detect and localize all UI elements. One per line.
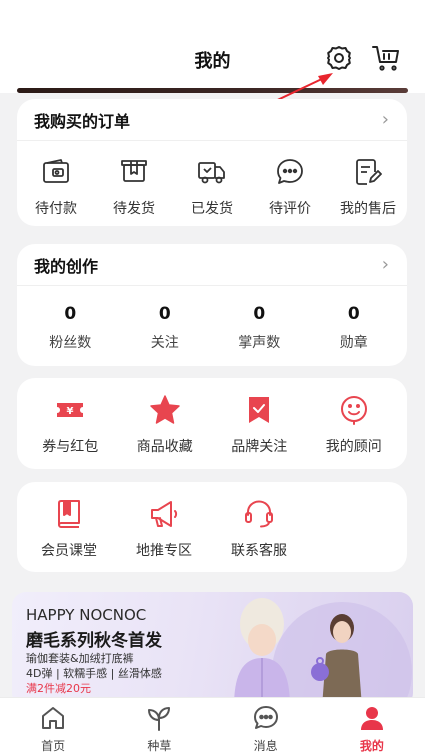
favorites-entry[interactable]: 商品收藏 <box>125 393 205 456</box>
megaphone-icon <box>147 497 181 531</box>
advisor-entry[interactable]: 我的顾问 <box>314 393 394 456</box>
stat-value: 0 <box>253 304 266 324</box>
order-item-label: 已发货 <box>191 201 233 217</box>
stat-label: 勋章 <box>339 335 368 351</box>
stat-value: 0 <box>347 304 360 324</box>
creation-header[interactable]: 我的创作 › <box>17 244 407 286</box>
package-icon <box>117 155 151 189</box>
bottom-tab-bar: 首页 种草 消息 我的 <box>0 697 425 756</box>
brand-follow-entry[interactable]: 品牌关注 <box>219 393 299 456</box>
leaf-icon <box>148 707 171 731</box>
advisor-icon <box>337 393 371 427</box>
chevron-right-icon: › <box>381 254 389 275</box>
comment-icon <box>273 155 307 189</box>
book-icon <box>52 497 86 531</box>
order-pending-shipment[interactable]: 待发货 <box>95 155 173 218</box>
services-card-1: ¥ 券与红包 商品收藏 品牌关注 我的顾问 <box>17 378 407 469</box>
orders-card: 我购买的订单 › 待付款 待发货 已发货 待评价 我的售后 <box>17 99 407 226</box>
banner-brand-text: HAPPY NOCNOC <box>26 606 147 624</box>
svg-text:¥: ¥ <box>67 406 74 417</box>
truck-icon <box>195 155 229 189</box>
creation-title: 我的创作 <box>34 256 99 276</box>
order-item-label: 待评价 <box>269 201 311 217</box>
after-sales-icon <box>351 155 385 189</box>
coupons-entry[interactable]: ¥ 券与红包 <box>30 393 110 456</box>
order-pending-payment[interactable]: 待付款 <box>17 155 95 218</box>
page-title: 我的 <box>194 51 231 72</box>
tab-label: 我的 <box>359 739 384 753</box>
headset-icon <box>242 497 276 531</box>
service-label: 我的顾问 <box>325 439 382 455</box>
stat-following[interactable]: 0 关注 <box>125 304 205 352</box>
stat-label: 粉丝数 <box>49 335 92 351</box>
tab-label: 消息 <box>253 739 278 753</box>
order-item-label: 待付款 <box>35 201 77 217</box>
stat-applause[interactable]: 0 掌声数 <box>219 304 299 352</box>
stat-value: 0 <box>158 304 171 324</box>
orders-title: 我购买的订单 <box>34 111 131 131</box>
order-shipped[interactable]: 已发货 <box>173 155 251 218</box>
settings-gear-icon[interactable] <box>323 42 355 74</box>
cart-icon[interactable] <box>370 42 402 74</box>
service-label: 商品收藏 <box>136 439 193 455</box>
services-card-2: 会员课堂 地推专区 联系客服 <box>17 482 407 572</box>
home-icon <box>42 707 65 729</box>
service-label: 会员课堂 <box>41 543 97 559</box>
stat-value: 0 <box>64 304 77 324</box>
tab-label: 首页 <box>41 739 66 753</box>
banner-title: 磨毛系列秋冬首发 <box>26 631 162 651</box>
creation-card: 我的创作 › 0 粉丝数 0 关注 0 掌声数 0 勋章 <box>17 244 407 366</box>
tab-messages[interactable]: 消息 <box>213 698 319 756</box>
tab-home[interactable]: 首页 <box>0 698 106 756</box>
banner-features: 4D弹 | 软糯手感 | 丝滑体感 <box>26 667 162 680</box>
order-item-label: 我的售后 <box>340 201 396 217</box>
stat-label: 关注 <box>150 335 179 351</box>
stat-fans[interactable]: 0 粉丝数 <box>30 304 110 352</box>
promo-banner[interactable]: HAPPY NOCNOC 磨毛系列秋冬首发 瑜伽套装&加绒打底裤 4D弹 | 软… <box>12 592 413 707</box>
bookmark-icon <box>242 393 276 427</box>
tab-profile[interactable]: 我的 <box>319 698 425 756</box>
service-label: 地推专区 <box>136 543 192 559</box>
service-label: 券与红包 <box>42 439 99 455</box>
banner-models-image <box>234 598 412 707</box>
order-pending-review[interactable]: 待评价 <box>251 155 329 218</box>
service-label: 联系客服 <box>231 543 287 559</box>
stat-label: 掌声数 <box>238 335 281 351</box>
service-label: 品牌关注 <box>231 439 288 455</box>
wallet-icon <box>39 155 73 189</box>
star-icon <box>148 393 182 427</box>
header-divider <box>17 88 408 93</box>
message-icon <box>253 706 278 729</box>
customer-service-entry[interactable]: 联系客服 <box>219 497 299 560</box>
order-item-label: 待发货 <box>113 201 155 217</box>
chevron-right-icon: › <box>381 109 389 130</box>
coupon-icon: ¥ <box>53 393 87 427</box>
banner-subtitle: 瑜伽套装&加绒打底裤 <box>26 652 134 665</box>
stat-medals[interactable]: 0 勋章 <box>314 304 394 352</box>
member-class-entry[interactable]: 会员课堂 <box>29 497 109 560</box>
header: 我的 <box>0 0 425 93</box>
orders-header[interactable]: 我购买的订单 › <box>17 99 407 141</box>
tab-discover[interactable]: 种草 <box>106 698 212 756</box>
tab-label: 种草 <box>147 739 172 753</box>
order-after-sales[interactable]: 我的售后 <box>329 155 407 218</box>
profile-icon <box>360 707 383 730</box>
promo-zone-entry[interactable]: 地推专区 <box>124 497 204 560</box>
